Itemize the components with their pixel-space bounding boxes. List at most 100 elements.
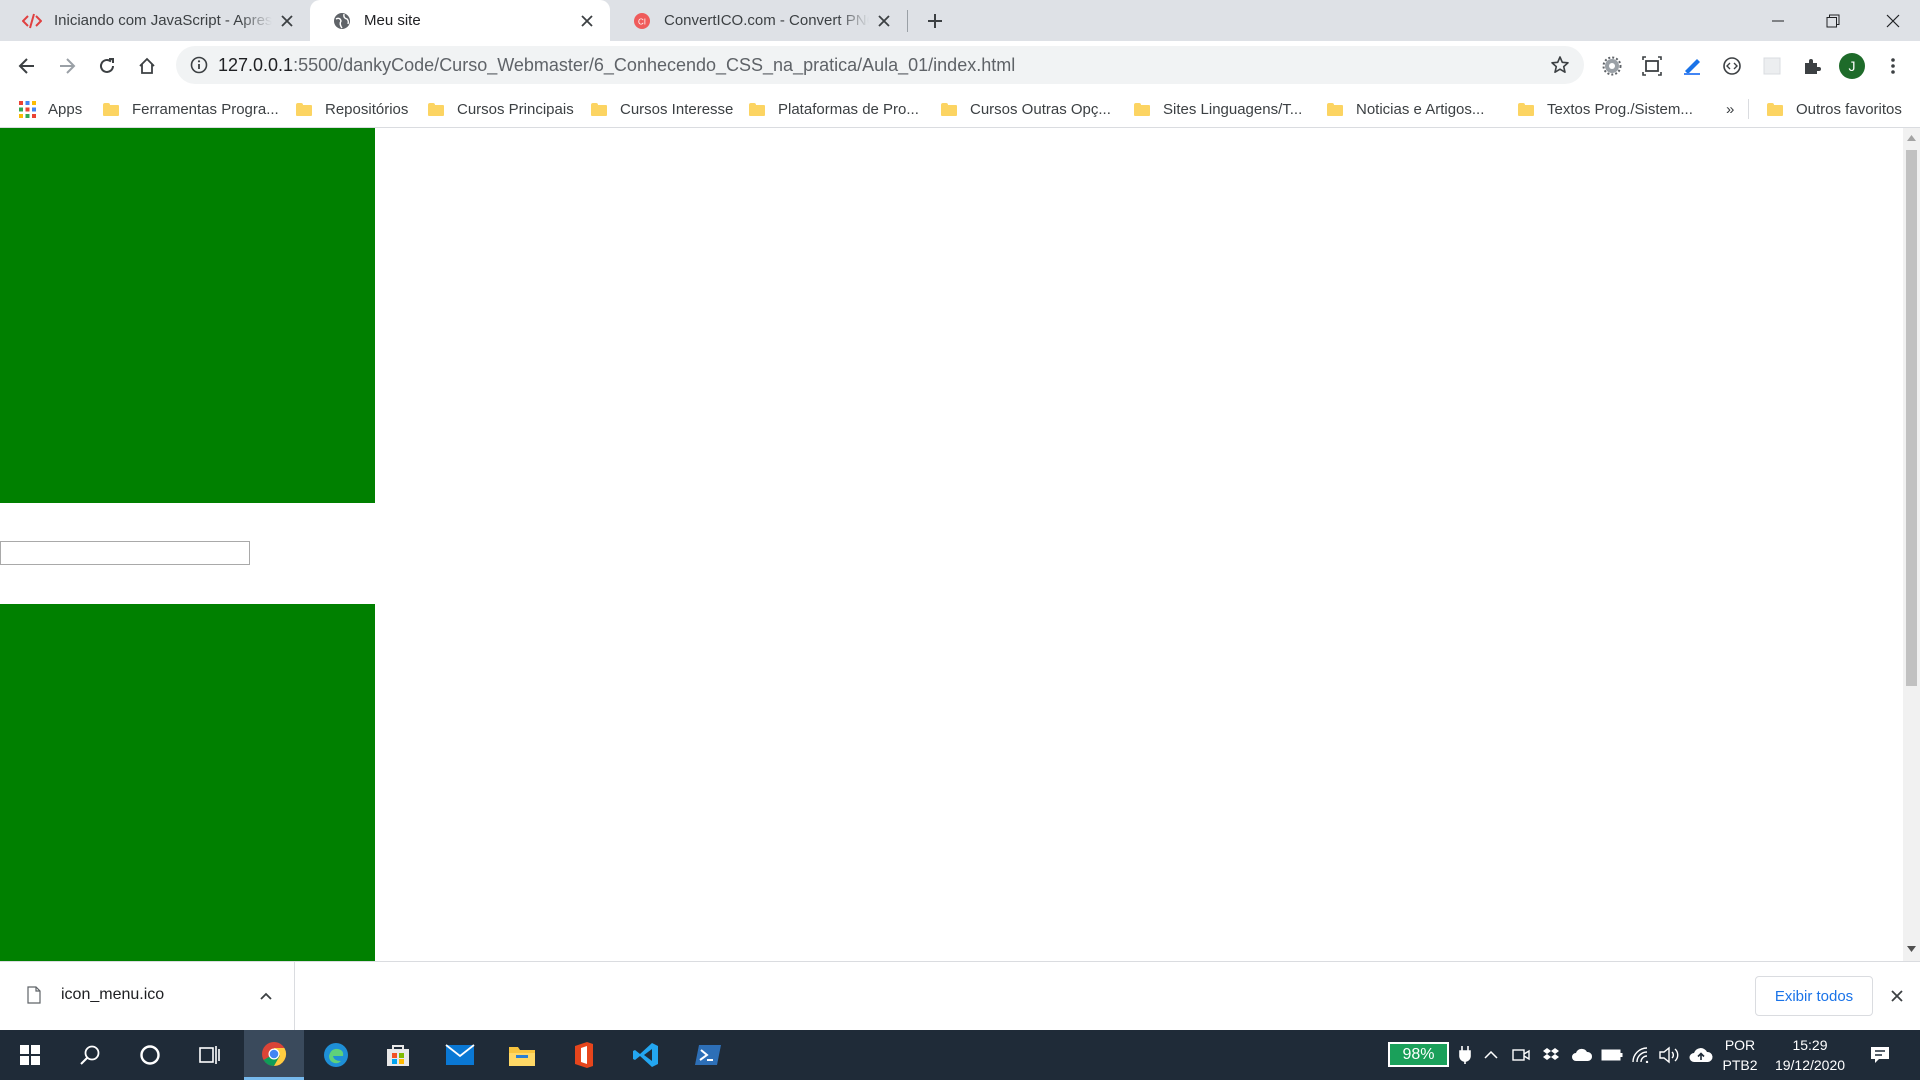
- address-bar[interactable]: 127.0.0.1:5500/dankyCode/Curso_Webmaster…: [176, 46, 1584, 84]
- power-plug-icon[interactable]: [1454, 1030, 1476, 1080]
- scroll-down-arrow-icon[interactable]: [1907, 946, 1916, 952]
- bookmark-folder[interactable]: Cursos Principais: [428, 95, 574, 123]
- blank-extension-icon: [1763, 57, 1781, 75]
- bookmark-label: Outros favoritos: [1796, 100, 1902, 118]
- close-tab-icon[interactable]: [278, 12, 296, 30]
- taskbar-office[interactable]: [554, 1030, 614, 1080]
- scrollbar-thumb[interactable]: [1906, 150, 1917, 686]
- close-icon: [1886, 14, 1899, 27]
- bookmark-label: Apps: [48, 100, 83, 118]
- taskbar-store[interactable]: [368, 1030, 428, 1080]
- code-icon: [22, 11, 42, 31]
- action-center-button[interactable]: [1860, 1030, 1900, 1080]
- close-tab-icon[interactable]: [875, 12, 893, 30]
- tray-expand-chevron-icon[interactable]: [1478, 1030, 1504, 1080]
- profile-button[interactable]: J: [1835, 49, 1869, 83]
- chevron-up-icon[interactable]: [260, 992, 272, 1000]
- page-viewport: [0, 128, 1903, 961]
- circle-code-icon: [1723, 57, 1741, 75]
- taskbar-mail[interactable]: [430, 1030, 490, 1080]
- onedrive-cloud-icon[interactable]: [1568, 1030, 1596, 1080]
- bookmark-folder[interactable]: Plataformas de Pro...: [749, 95, 919, 123]
- close-shelf-icon[interactable]: [1891, 990, 1903, 1002]
- meet-now-icon[interactable]: [1508, 1030, 1534, 1080]
- restore-button[interactable]: [1805, 0, 1860, 41]
- taskbar-file-explorer[interactable]: [492, 1030, 552, 1080]
- back-button[interactable]: [10, 49, 44, 83]
- bookmarks-divider: [1748, 99, 1749, 119]
- minimize-button[interactable]: [1750, 0, 1805, 41]
- cortana-button[interactable]: [120, 1030, 180, 1080]
- svg-text:CI: CI: [638, 17, 646, 26]
- taskbar-edge[interactable]: [306, 1030, 366, 1080]
- bookmark-other-favorites[interactable]: Outros favoritos: [1767, 95, 1902, 123]
- forward-button[interactable]: [50, 49, 84, 83]
- close-tab-icon[interactable]: [578, 12, 596, 30]
- info-icon[interactable]: [190, 56, 208, 78]
- vertical-scrollbar[interactable]: [1903, 128, 1920, 961]
- vscode-icon: [633, 1043, 658, 1067]
- download-item[interactable]: icon_menu.ico: [0, 962, 295, 1030]
- extensions-button[interactable]: [1795, 49, 1829, 83]
- volume-icon[interactable]: [1656, 1030, 1684, 1080]
- converter-icon: CI: [632, 11, 652, 31]
- tab-meu-site[interactable]: Meu site: [310, 0, 610, 41]
- arrow-left-icon: [18, 58, 34, 74]
- start-button[interactable]: [0, 1030, 60, 1080]
- show-all-downloads-button[interactable]: Exibir todos: [1755, 976, 1873, 1016]
- battery-percent-badge[interactable]: 98%: [1388, 1042, 1449, 1067]
- screenshot-extension-button[interactable]: [1635, 49, 1669, 83]
- close-window-button[interactable]: [1865, 0, 1920, 41]
- cloud-upload-icon[interactable]: [1686, 1030, 1716, 1080]
- folder-icon: [749, 102, 765, 116]
- code-extension-button[interactable]: [1715, 49, 1749, 83]
- bookmark-folder[interactable]: Sites Linguagens/T...: [1134, 95, 1302, 123]
- bookmark-folder[interactable]: Textos Prog./Sistem...: [1518, 95, 1693, 123]
- clock[interactable]: 15:29 19/12/2020: [1766, 1030, 1854, 1080]
- new-tab-button[interactable]: [918, 4, 952, 38]
- tab-converterico[interactable]: CI ConvertICO.com - Convert PNG to ICO: [610, 0, 907, 41]
- task-view-button[interactable]: [180, 1030, 240, 1080]
- pen-extension-icon: [1684, 59, 1700, 75]
- taskbar-chrome[interactable]: [244, 1030, 304, 1080]
- bookmark-label: Cursos Outras Opç...: [970, 100, 1111, 118]
- bookmark-apps[interactable]: Apps: [19, 95, 82, 123]
- folder-icon: [1327, 102, 1343, 116]
- more-vert-icon: [1891, 58, 1895, 74]
- bookmark-label: Textos Prog./Sistem...: [1547, 100, 1693, 118]
- search-button[interactable]: [60, 1030, 120, 1080]
- bookmark-folder[interactable]: Cursos Interesse: [591, 95, 733, 123]
- taskbar-powershell[interactable]: [678, 1030, 738, 1080]
- bookmark-folder[interactable]: Noticias e Artigos...: [1327, 95, 1484, 123]
- wifi-icon[interactable]: [1628, 1030, 1656, 1080]
- bookmark-label: Cursos Principais: [457, 100, 574, 118]
- reload-button[interactable]: [90, 49, 124, 83]
- avatar: J: [1839, 53, 1865, 79]
- text-input[interactable]: [0, 541, 250, 565]
- bookmark-folder[interactable]: Ferramentas Progra...: [103, 95, 279, 123]
- blue-extension-button[interactable]: [1675, 49, 1709, 83]
- browser-menu-button[interactable]: [1876, 49, 1910, 83]
- extension-gear-button[interactable]: [1595, 49, 1629, 83]
- taskbar-vscode[interactable]: [616, 1030, 676, 1080]
- url-host: 127.0.0.1: [218, 55, 294, 75]
- battery-icon[interactable]: [1598, 1030, 1626, 1080]
- bookmark-folder[interactable]: Repositórios: [296, 95, 408, 123]
- dropbox-icon[interactable]: [1538, 1030, 1564, 1080]
- scroll-up-arrow-icon[interactable]: [1907, 135, 1916, 141]
- edge-icon: [324, 1043, 348, 1067]
- bookmark-folder[interactable]: Cursos Outras Opç...: [941, 95, 1111, 123]
- input-language-indicator[interactable]: POR PTB2: [1716, 1030, 1764, 1080]
- folder-icon: [1518, 102, 1534, 116]
- bookmarks-overflow-button[interactable]: »: [1726, 95, 1734, 123]
- minimize-icon: [1771, 20, 1784, 21]
- store-icon: [387, 1045, 409, 1066]
- bookmark-star-icon[interactable]: [1550, 55, 1570, 79]
- faded-extension-button[interactable]: [1755, 49, 1789, 83]
- gear-icon: [1602, 56, 1622, 76]
- folder-icon: [591, 102, 607, 116]
- tab-title: Iniciando com JavaScript - Apresentação: [54, 12, 272, 29]
- home-button[interactable]: [130, 49, 164, 83]
- puzzle-icon: [1805, 59, 1821, 74]
- tab-iniciando-javascript[interactable]: Iniciando com JavaScript - Apresentação: [0, 0, 310, 41]
